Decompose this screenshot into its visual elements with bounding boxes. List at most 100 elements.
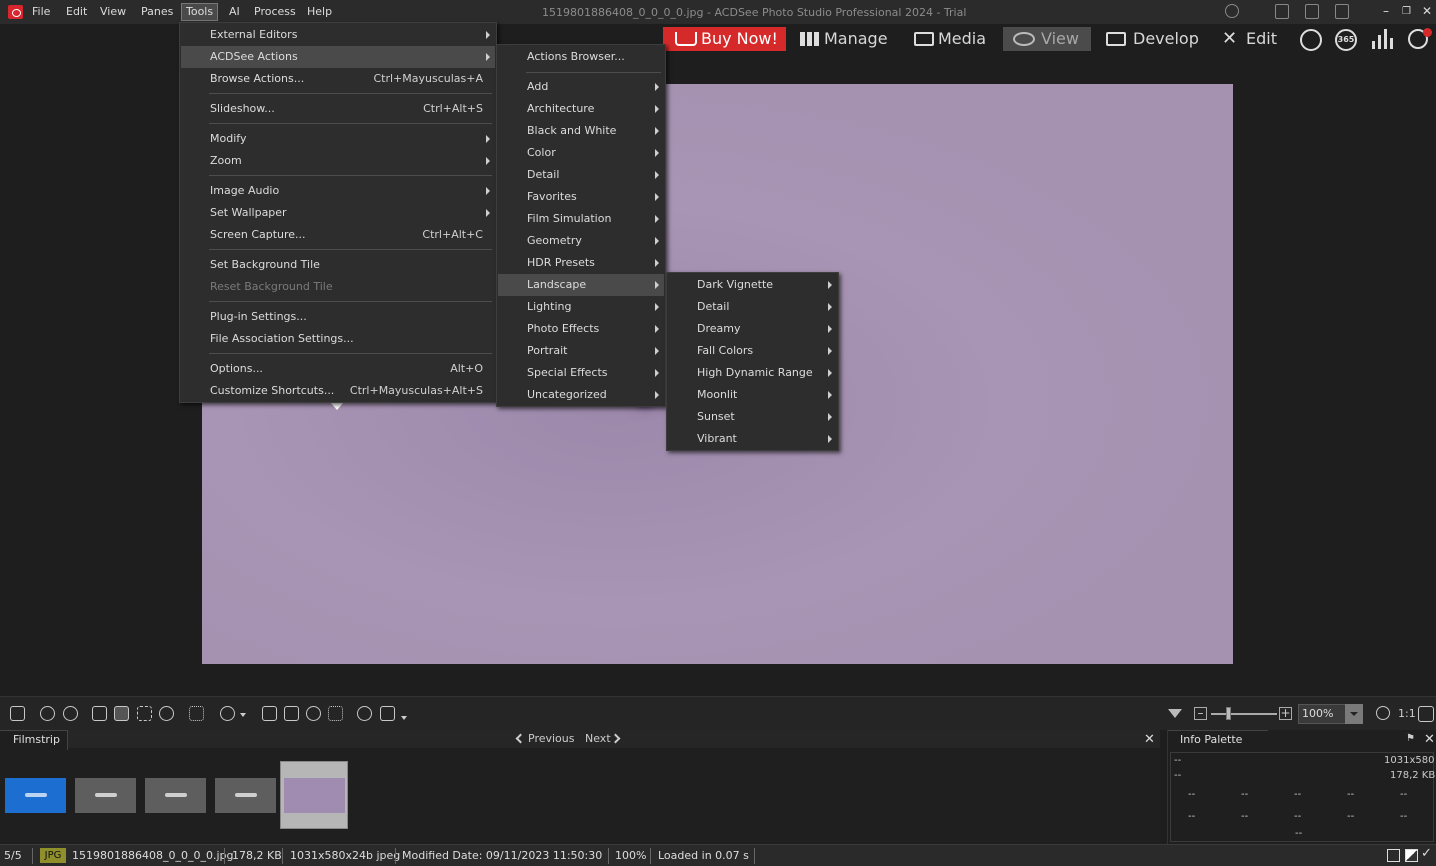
filmstrip-thumbnail[interactable] (215, 778, 276, 813)
next-button[interactable]: Next (585, 732, 611, 745)
menu-item-portrait[interactable]: Portrait (498, 340, 664, 362)
menu-item-moonlit[interactable]: Moonlit (668, 384, 837, 406)
save-icon[interactable] (10, 706, 25, 721)
menu-item-black-and-white[interactable]: Black and White (498, 120, 664, 142)
menu-help[interactable]: Help (303, 3, 336, 21)
menu-item-options[interactable]: Options... Alt+O (181, 358, 495, 380)
acdsee-365-icon[interactable]: 365 (1335, 29, 1357, 51)
filmstrip-close-icon[interactable]: ✕ (1144, 732, 1155, 747)
mode-develop[interactable]: Develop (1102, 27, 1199, 51)
zoom-level-field[interactable]: 100% (1298, 704, 1346, 724)
menu-item-hdr-presets[interactable]: HDR Presets (498, 252, 664, 274)
menu-item-detail[interactable]: Detail (498, 164, 664, 186)
menu-ai[interactable]: AI (225, 3, 244, 21)
rotate-right-icon[interactable] (63, 706, 78, 721)
rotate-left-icon[interactable] (40, 706, 55, 721)
zoom-slider-thumb[interactable] (1226, 707, 1231, 720)
app-logo-icon[interactable] (8, 5, 23, 19)
menu-item-geometry[interactable]: Geometry (498, 230, 664, 252)
filmstrip-view-icon[interactable] (262, 706, 277, 721)
adjust-icon[interactable] (284, 706, 299, 721)
mode-edit[interactable]: ✕ Edit (1218, 27, 1284, 51)
right-pane-toggle-icon[interactable] (1335, 4, 1349, 19)
filmstrip-thumbnail-current[interactable] (284, 778, 345, 813)
menu-item-film-simulation[interactable]: Film Simulation (498, 208, 664, 230)
menu-item-plugin-settings[interactable]: Plug-in Settings... (181, 306, 495, 328)
restore-icon[interactable]: ❐ (1402, 6, 1411, 17)
buy-now-button[interactable]: Buy Now! (663, 27, 786, 51)
menu-item-add[interactable]: Add (498, 76, 664, 98)
menu-item-high-dynamic-range[interactable]: High Dynamic Range (668, 362, 837, 384)
menu-item-file-association-settings[interactable]: File Association Settings... (181, 328, 495, 350)
dashboard-icon[interactable] (1300, 29, 1322, 51)
close-icon[interactable]: ✕ (1422, 4, 1432, 18)
minimize-icon[interactable]: – (1383, 4, 1389, 18)
zoom-in-icon[interactable]: + (1279, 707, 1292, 720)
mode-manage[interactable]: Manage (796, 27, 892, 51)
menu-item-set-wallpaper[interactable]: Set Wallpaper (181, 202, 495, 224)
menu-panes[interactable]: Panes (137, 3, 177, 21)
menu-item-acdsee-actions[interactable]: ACDSee Actions (181, 46, 495, 68)
menu-item-dreamy[interactable]: Dreamy (668, 318, 837, 340)
menu-item-slideshow[interactable]: Slideshow... Ctrl+Alt+S (181, 98, 495, 120)
info-palette-close-icon[interactable]: ✕ (1424, 732, 1435, 747)
menu-item-vibrant[interactable]: Vibrant (668, 428, 837, 450)
zoom-out-icon[interactable]: – (1194, 707, 1207, 720)
menu-item-landscape-detail[interactable]: Detail (668, 296, 837, 318)
zoom-fit-icon[interactable] (1376, 706, 1390, 720)
autolevel-icon[interactable] (328, 706, 343, 721)
menu-item-favorites[interactable]: Favorites (498, 186, 664, 208)
pin-icon[interactable]: ⚑ (1406, 733, 1415, 744)
mode-view[interactable]: View (1003, 27, 1091, 51)
contrast-icon[interactable] (1405, 849, 1418, 862)
crop-icon[interactable] (92, 706, 107, 721)
timer-icon[interactable] (306, 706, 321, 721)
menu-item-photo-effects[interactable]: Photo Effects (498, 318, 664, 340)
menu-item-fall-colors[interactable]: Fall Colors (668, 340, 837, 362)
bottom-pane-toggle-icon[interactable] (1305, 4, 1319, 19)
left-pane-toggle-icon[interactable] (1275, 4, 1289, 19)
slideshow-play-icon[interactable] (357, 706, 372, 721)
info-palette-tab[interactable]: Info Palette (1168, 730, 1268, 750)
menu-item-modify[interactable]: Modify (181, 128, 495, 150)
select-icon[interactable] (137, 706, 152, 721)
menu-item-screen-capture[interactable]: Screen Capture... Ctrl+Alt+C (181, 224, 495, 246)
menu-item-architecture[interactable]: Architecture (498, 98, 664, 120)
menu-item-color[interactable]: Color (498, 142, 664, 164)
menu-edit[interactable]: Edit (62, 3, 91, 21)
zoom-slider[interactable] (1211, 713, 1277, 715)
menu-item-external-editors[interactable]: External Editors (181, 24, 495, 46)
menu-item-special-effects[interactable]: Special Effects (498, 362, 664, 384)
filmstrip-thumbnail[interactable] (5, 778, 66, 813)
fit-to-window-icon[interactable] (1418, 706, 1434, 722)
menu-item-zoom[interactable]: Zoom (181, 150, 495, 172)
fullscreen-icon[interactable] (189, 706, 204, 721)
menu-item-lighting[interactable]: Lighting (498, 296, 664, 318)
account-icon[interactable] (1225, 4, 1239, 18)
menu-item-landscape[interactable]: Landscape (498, 274, 664, 296)
chevron-down-icon[interactable] (240, 713, 246, 717)
settings-gear-icon[interactable] (220, 706, 235, 721)
zoom-tool-icon[interactable] (159, 706, 174, 721)
menu-item-image-audio[interactable]: Image Audio (181, 180, 495, 202)
menu-item-dark-vignette[interactable]: Dark Vignette (668, 274, 837, 296)
filmstrip-thumbnail[interactable] (145, 778, 206, 813)
menu-item-set-background-tile[interactable]: Set Background Tile (181, 254, 495, 276)
menu-view[interactable]: View (96, 3, 130, 21)
menu-item-browse-actions[interactable]: Browse Actions... Ctrl+Mayusculas+A (181, 68, 495, 90)
menu-item-customize-shortcuts[interactable]: Customize Shortcuts... Ctrl+Mayusculas+Al… (181, 380, 495, 402)
menu-tools[interactable]: Tools (181, 3, 219, 21)
screen-icon[interactable] (380, 706, 395, 721)
menu-item-sunset[interactable]: Sunset (668, 406, 837, 428)
checkmark-icon[interactable]: ✓ (1421, 846, 1432, 861)
menu-item-uncategorized[interactable]: Uncategorized (498, 384, 664, 406)
menu-process[interactable]: Process (250, 3, 300, 21)
menu-file[interactable]: File (28, 3, 54, 21)
previous-button[interactable]: Previous (528, 732, 575, 745)
hand-pan-icon[interactable] (114, 706, 129, 721)
statistics-icon[interactable] (1372, 29, 1394, 49)
zoom-dropdown-button[interactable] (1345, 704, 1363, 724)
filter-icon[interactable] (1168, 709, 1182, 718)
menu-item-actions-browser[interactable]: Actions Browser... (498, 46, 664, 68)
chevron-down-icon[interactable] (401, 716, 407, 720)
